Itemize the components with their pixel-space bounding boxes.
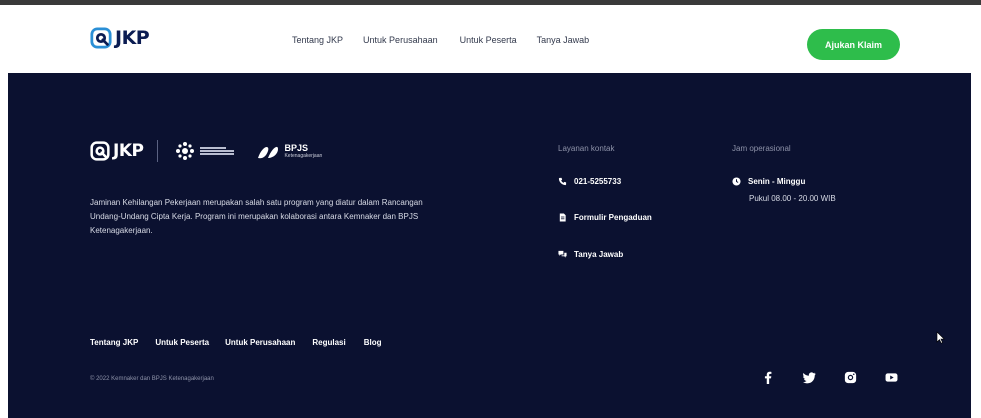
clock-icon: [732, 177, 741, 186]
nav-tentang-jkp[interactable]: Tentang JKP: [292, 35, 343, 45]
header-nav: Tentang JKP Untuk Perusahaan Untuk Peser…: [292, 35, 589, 45]
facebook-link[interactable]: [760, 369, 776, 385]
jkp-logo-icon: [90, 27, 112, 49]
twitter-icon: [802, 371, 815, 383]
instagram-icon: [844, 371, 856, 383]
copyright-text: © 2022 Kemnaker dan BPJS Ketenagakerjaan: [90, 376, 214, 382]
ajukan-klaim-button[interactable]: Ajukan Klaim: [807, 29, 900, 60]
footer-link-blog[interactable]: Blog: [364, 338, 382, 347]
site-header: JKP Tentang JKP Untuk Perusahaan Untuk P…: [8, 5, 971, 73]
mouse-cursor-icon: [936, 331, 945, 344]
footer-logo-text: JKP: [113, 141, 144, 161]
kemnaker-emblem-icon: [176, 142, 195, 160]
bpjs-logo: BPJS Ketenagakerjaan: [256, 142, 322, 160]
footer-links: Tentang JKP Untuk Peserta Untuk Perusaha…: [90, 338, 381, 347]
hours-days: Senin - Minggu: [748, 177, 806, 186]
contact-faq[interactable]: Tanya Jawab: [558, 250, 623, 259]
jkp-logo-icon: [90, 141, 110, 161]
instagram-link[interactable]: [842, 369, 858, 385]
footer-description: Jaminan Kehilangan Pekerjaan merupakan s…: [90, 198, 423, 235]
contact-phone-number: 021-5255733: [574, 177, 622, 186]
nav-untuk-perusahaan[interactable]: Untuk Perusahaan: [363, 35, 438, 45]
kemnaker-wordmark: [200, 147, 235, 155]
bpjs-emblem-icon: [258, 146, 279, 159]
nav-untuk-peserta[interactable]: Untuk Peserta: [460, 35, 517, 45]
facebook-icon: [764, 371, 771, 384]
youtube-icon: [885, 372, 897, 382]
document-icon: [559, 213, 566, 222]
footer-link-regulasi[interactable]: Regulasi: [312, 338, 345, 347]
contact-complaint-form[interactable]: Formulir Pengaduan: [558, 213, 652, 222]
header-logo-text: JKP: [115, 27, 150, 49]
social-links: [760, 369, 899, 385]
page-right-margin: [971, 5, 981, 418]
footer-brand-row: JKP BPJS Ketenagakerjaan: [90, 140, 322, 162]
logo-divider: [157, 140, 159, 162]
phone-icon: [558, 177, 567, 186]
operating-hours: Senin - Minggu Pukul 08.00 - 20.00 WIB: [732, 177, 836, 203]
hours-title: Jam operasional: [732, 144, 791, 153]
contact-complaint-form-label: Formulir Pengaduan: [574, 213, 652, 222]
header-logo[interactable]: JKP: [90, 27, 150, 49]
hours-time: Pukul 08.00 - 20.00 WIB: [749, 194, 836, 203]
twitter-link[interactable]: [801, 369, 817, 385]
youtube-link[interactable]: [883, 369, 899, 385]
bpjs-title: BPJS: [284, 142, 308, 153]
kemnaker-logo: [174, 141, 235, 161]
contact-title: Layanan kontak: [558, 144, 615, 153]
site-footer: JKP BPJS Ketenagakerjaan Jaminan Kehilan…: [8, 73, 971, 418]
bpjs-subtitle: Ketenagakerjaan: [284, 152, 323, 159]
page-left-margin: [0, 5, 8, 418]
footer-jkp-logo: JKP: [90, 141, 144, 161]
contact-faq-label: Tanya Jawab: [574, 250, 624, 259]
footer-link-tentang-jkp[interactable]: Tentang JKP: [90, 338, 138, 347]
footer-link-untuk-peserta[interactable]: Untuk Peserta: [155, 338, 209, 347]
chat-bubbles-icon: [558, 250, 567, 258]
bpjs-wordmark: BPJS Ketenagakerjaan: [284, 142, 323, 159]
footer-link-untuk-perusahaan[interactable]: Untuk Perusahaan: [225, 338, 295, 347]
contact-phone[interactable]: 021-5255733: [558, 177, 621, 186]
nav-tanya-jawab[interactable]: Tanya Jawab: [537, 35, 590, 45]
hours-days-row: Senin - Minggu: [732, 177, 836, 186]
